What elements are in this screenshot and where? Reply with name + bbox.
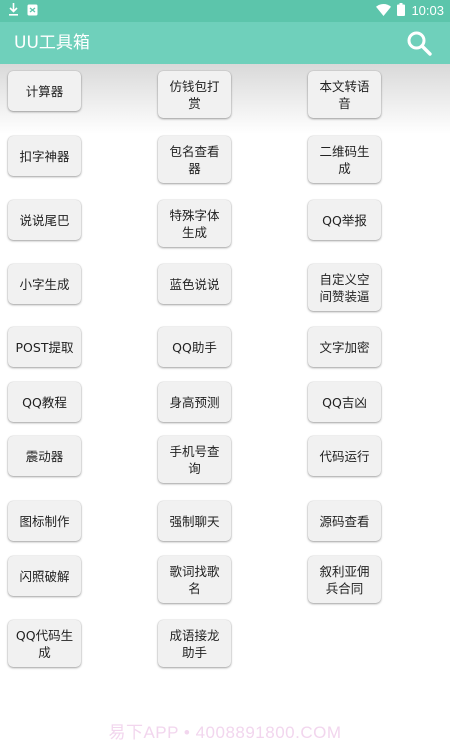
tool-button-post-extract[interactable]: POST提取 xyxy=(8,327,81,367)
tool-button-vibrator[interactable]: 震动器 xyxy=(8,436,81,476)
tool-button-text-pick[interactable]: 扣字神器 xyxy=(8,136,81,176)
tool-button-custom-likes[interactable]: 自定义空间赞装逼 xyxy=(308,264,381,311)
tool-button-blue-post[interactable]: 蓝色说说 xyxy=(158,264,231,304)
tool-button-source-view[interactable]: 源码查看 xyxy=(308,501,381,541)
tool-button-code-run[interactable]: 代码运行 xyxy=(308,436,381,476)
tool-button-calculator[interactable]: 计算器 xyxy=(8,71,81,111)
tool-button-qq-tutorial[interactable]: QQ教程 xyxy=(8,382,81,422)
tool-button-qq-report[interactable]: QQ举报 xyxy=(308,200,381,240)
tool-button-special-font[interactable]: 特殊字体生成 xyxy=(158,200,231,247)
tool-button-icon-maker[interactable]: 图标制作 xyxy=(8,501,81,541)
tool-button-qq-assistant[interactable]: QQ助手 xyxy=(158,327,231,367)
tool-button-height-predict[interactable]: 身高预测 xyxy=(158,382,231,422)
tool-button-qrcode-generator[interactable]: 二维码生成 xyxy=(308,136,381,183)
tool-button-text-encrypt[interactable]: 文字加密 xyxy=(308,327,381,367)
tool-button-qq-fortune[interactable]: QQ吉凶 xyxy=(308,382,381,422)
tool-button-text-to-speech[interactable]: 本文转语音 xyxy=(308,71,381,118)
tool-button-force-chat[interactable]: 强制聊天 xyxy=(158,501,231,541)
tool-button-post-tail[interactable]: 说说尾巴 xyxy=(8,200,81,240)
tool-button-flash-photo-crack[interactable]: 闪照破解 xyxy=(8,556,81,596)
tool-button-lyrics-find-song[interactable]: 歌词找歌名 xyxy=(158,556,231,603)
tool-button-mercenary-contract[interactable]: 叙利亚佣兵合同 xyxy=(308,556,381,603)
tool-button-package-viewer[interactable]: 包名查看器 xyxy=(158,136,231,183)
tool-grid: 计算器 仿钱包打赏 本文转语音 扣字神器 包名查看器 二维码生成 说说尾巴 特殊… xyxy=(0,0,450,750)
tool-button-fake-wallet-tip[interactable]: 仿钱包打赏 xyxy=(158,71,231,118)
tool-button-phone-lookup[interactable]: 手机号查询 xyxy=(158,436,231,483)
tool-button-idiom-chain[interactable]: 成语接龙助手 xyxy=(158,620,231,667)
watermark: 易下APP • 4008891800.COM xyxy=(108,723,342,742)
tool-button-qq-code-gen[interactable]: QQ代码生成 xyxy=(8,620,81,667)
tool-button-small-text[interactable]: 小字生成 xyxy=(8,264,81,304)
